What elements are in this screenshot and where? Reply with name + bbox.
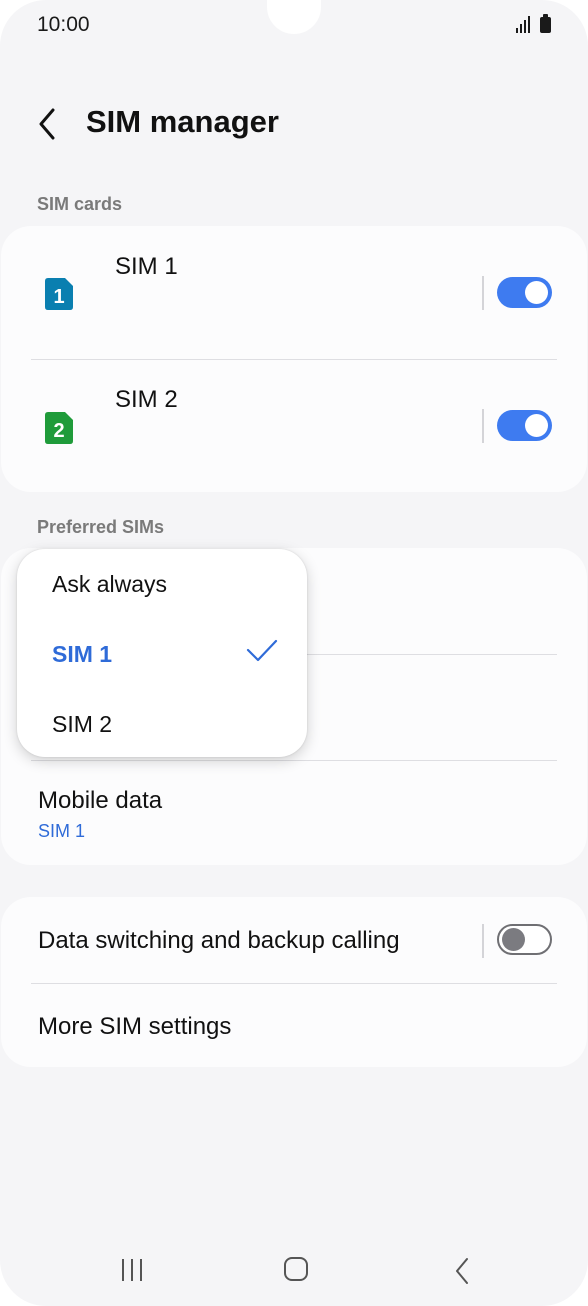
- vertical-divider: [482, 276, 484, 310]
- row-divider: [31, 983, 557, 984]
- status-icons: [514, 14, 554, 35]
- chevron-left-icon: [39, 108, 55, 140]
- status-time: 10:00: [37, 13, 90, 36]
- vertical-divider: [482, 409, 484, 443]
- sim-row-label: SIM 1: [115, 253, 178, 280]
- row-divider: [31, 359, 557, 360]
- data-switching-toggle[interactable]: [497, 924, 552, 955]
- vertical-divider: [482, 924, 484, 958]
- check-icon: [246, 639, 278, 662]
- sim-row-label: SIM 2: [115, 386, 178, 413]
- popup-option-sim2[interactable]: SIM 2: [52, 711, 112, 738]
- mobile-data-value: SIM 1: [38, 821, 86, 841]
- home-icon[interactable]: [284, 1257, 308, 1281]
- sim-cards-card: 1 SIM 1 2 SIM 2: [1, 226, 587, 492]
- phone-screen: 10:00 SIM manager SIM cards 1 SIM 1 2 SI…: [0, 0, 588, 1306]
- row-divider: [31, 760, 557, 761]
- sim1-toggle[interactable]: [497, 277, 552, 308]
- svg-text:1: 1: [53, 286, 64, 308]
- sim-card-2-icon: 2: [45, 412, 73, 444]
- section-label-sim-cards: SIM cards: [37, 194, 123, 214]
- camera-notch: [267, 0, 321, 34]
- back-button[interactable]: [30, 104, 66, 144]
- data-switching-label: Data switching and backup calling: [38, 927, 400, 954]
- navigation-bar: [0, 1245, 588, 1295]
- popup-option-ask-always[interactable]: Ask always: [52, 571, 167, 598]
- mobile-data-title: Mobile data: [38, 787, 163, 814]
- sim2-toggle[interactable]: [497, 410, 552, 441]
- page-title: SIM manager: [86, 104, 279, 139]
- more-sim-settings-item[interactable]: More SIM settings: [38, 1013, 231, 1041]
- more-settings-card: Data switching and backup calling More S…: [1, 897, 587, 1067]
- recents-icon[interactable]: [120, 1259, 146, 1283]
- battery-icon: [540, 14, 551, 33]
- preferred-sim-popup-menu: Ask always SIM 1 SIM 2: [17, 549, 307, 757]
- svg-text:2: 2: [53, 420, 64, 442]
- sim-card-1-icon: 1: [45, 278, 73, 310]
- back-icon[interactable]: [450, 1255, 474, 1287]
- section-label-preferred-sims: Preferred SIMs: [37, 517, 165, 537]
- popup-option-sim1[interactable]: SIM 1: [52, 641, 112, 668]
